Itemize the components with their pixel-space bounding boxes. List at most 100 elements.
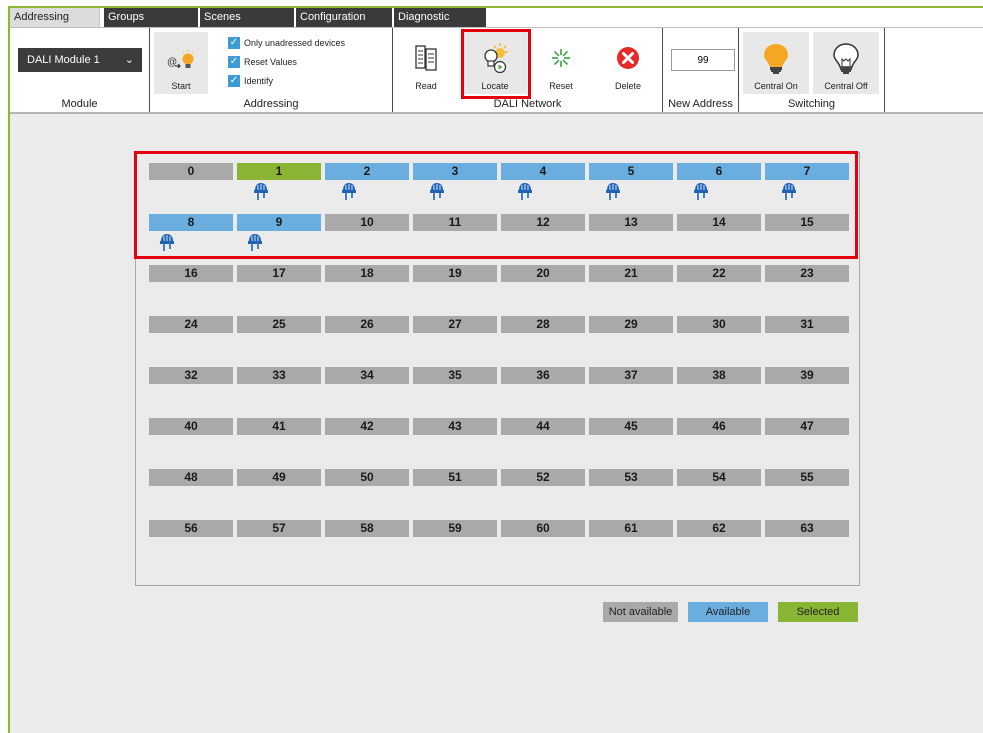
address-cell-19[interactable]: 19: [413, 265, 497, 282]
module-group: DALI Module 1 ⌄ Module: [10, 28, 150, 112]
locate-button[interactable]: Locate: [463, 32, 527, 94]
new-address-group: New Address: [663, 28, 739, 112]
dali-device-icon[interactable]: [245, 232, 265, 252]
legend-available: Available: [688, 602, 768, 622]
central-off-button[interactable]: Central Off: [813, 32, 879, 94]
address-cell-22[interactable]: 22: [677, 265, 761, 282]
address-cell-44[interactable]: 44: [501, 418, 585, 435]
address-cell-13[interactable]: 13: [589, 214, 673, 231]
start-icon: @: [167, 50, 194, 69]
address-cell-11[interactable]: 11: [413, 214, 497, 231]
address-cell-26[interactable]: 26: [325, 316, 409, 333]
address-cell-50[interactable]: 50: [325, 469, 409, 486]
address-cell-62[interactable]: 62: [677, 520, 761, 537]
tab-configuration[interactable]: Configuration: [296, 8, 392, 27]
read-button[interactable]: Read: [401, 32, 451, 94]
new-address-input[interactable]: [671, 49, 735, 71]
address-cell-20[interactable]: 20: [501, 265, 585, 282]
dali-device-icon[interactable]: [251, 181, 271, 201]
module-select[interactable]: DALI Module 1 ⌄: [18, 48, 142, 72]
address-cell-49[interactable]: 49: [237, 469, 321, 486]
address-cell-21[interactable]: 21: [589, 265, 673, 282]
address-cell-41[interactable]: 41: [237, 418, 321, 435]
address-cell-48[interactable]: 48: [149, 469, 233, 486]
dali-device-icon[interactable]: [603, 181, 623, 201]
reset-label: Reset: [549, 81, 573, 91]
dali-device-icon[interactable]: [691, 181, 711, 201]
tab-diagnostic[interactable]: Diagnostic: [394, 8, 486, 27]
locate-label: Locate: [481, 81, 509, 91]
address-cell-30[interactable]: 30: [677, 316, 761, 333]
address-cell-61[interactable]: 61: [589, 520, 673, 537]
address-cell-25[interactable]: 25: [237, 316, 321, 333]
address-cell-57[interactable]: 57: [237, 520, 321, 537]
address-cell-1[interactable]: 1: [237, 163, 321, 180]
address-cell-4[interactable]: 4: [501, 163, 585, 180]
address-cell-10[interactable]: 10: [325, 214, 409, 231]
address-cell-45[interactable]: 45: [589, 418, 673, 435]
address-cell-36[interactable]: 36: [501, 367, 585, 384]
address-cell-46[interactable]: 46: [677, 418, 761, 435]
address-cell-27[interactable]: 27: [413, 316, 497, 333]
address-cell-59[interactable]: 59: [413, 520, 497, 537]
dali-device-icon[interactable]: [427, 181, 447, 201]
address-cell-17[interactable]: 17: [237, 265, 321, 282]
address-cell-16[interactable]: 16: [149, 265, 233, 282]
address-cell-40[interactable]: 40: [149, 418, 233, 435]
address-cell-56[interactable]: 56: [149, 520, 233, 537]
central-on-button[interactable]: Central On: [743, 32, 809, 94]
address-cell-37[interactable]: 37: [589, 367, 673, 384]
address-cell-7[interactable]: 7: [765, 163, 849, 180]
tab-scenes[interactable]: Scenes: [200, 8, 294, 27]
tab-bar: Addressing Groups Scenes Configuration D…: [10, 8, 983, 27]
address-cell-53[interactable]: 53: [589, 469, 673, 486]
dali-device-icon[interactable]: [339, 181, 359, 201]
address-cell-5[interactable]: 5: [589, 163, 673, 180]
address-cell-42[interactable]: 42: [325, 418, 409, 435]
dali-device-icon[interactable]: [779, 181, 799, 201]
address-cell-52[interactable]: 52: [501, 469, 585, 486]
address-cell-15[interactable]: 15: [765, 214, 849, 231]
address-cell-32[interactable]: 32: [149, 367, 233, 384]
new-address-group-title: New Address: [668, 98, 733, 110]
address-cell-47[interactable]: 47: [765, 418, 849, 435]
address-cell-14[interactable]: 14: [677, 214, 761, 231]
address-cell-55[interactable]: 55: [765, 469, 849, 486]
address-cell-18[interactable]: 18: [325, 265, 409, 282]
delete-button[interactable]: Delete: [599, 32, 657, 94]
address-grid-panel: 0 1 2 3 4 5 6 7 8 9 10 11 12 13 14 15 16 17 18 19 20 21 22 23 24…: [135, 152, 860, 586]
addressing-group: @ Start ✓ Only unadressed devices ✓ Rese…: [150, 28, 393, 112]
address-cell-51[interactable]: 51: [413, 469, 497, 486]
address-cell-34[interactable]: 34: [325, 367, 409, 384]
tab-addressing[interactable]: Addressing: [10, 8, 100, 27]
address-cell-63[interactable]: 63: [765, 520, 849, 537]
address-cell-0[interactable]: 0: [149, 163, 233, 180]
start-button[interactable]: @ Start: [154, 32, 208, 94]
address-cell-35[interactable]: 35: [413, 367, 497, 384]
address-cell-58[interactable]: 58: [325, 520, 409, 537]
address-cell-12[interactable]: 12: [501, 214, 585, 231]
legend-not-available: Not available: [603, 602, 678, 622]
reset-button[interactable]: Reset: [531, 32, 591, 94]
address-cell-23[interactable]: 23: [765, 265, 849, 282]
address-cell-38[interactable]: 38: [677, 367, 761, 384]
module-select-value: DALI Module 1: [27, 54, 100, 66]
address-cell-3[interactable]: 3: [413, 163, 497, 180]
address-cell-39[interactable]: 39: [765, 367, 849, 384]
dali-device-icon[interactable]: [157, 232, 177, 252]
address-cell-31[interactable]: 31: [765, 316, 849, 333]
address-cell-24[interactable]: 24: [149, 316, 233, 333]
dali-device-icon[interactable]: [515, 181, 535, 201]
address-cell-9[interactable]: 9: [237, 214, 321, 231]
address-cell-6[interactable]: 6: [677, 163, 761, 180]
address-cell-29[interactable]: 29: [589, 316, 673, 333]
address-cell-33[interactable]: 33: [237, 367, 321, 384]
address-cell-28[interactable]: 28: [501, 316, 585, 333]
address-cell-54[interactable]: 54: [677, 469, 761, 486]
address-cell-43[interactable]: 43: [413, 418, 497, 435]
checkmark-icon: ✓: [228, 75, 240, 87]
address-cell-8[interactable]: 8: [149, 214, 233, 231]
address-cell-60[interactable]: 60: [501, 520, 585, 537]
tab-groups[interactable]: Groups: [104, 8, 198, 27]
address-cell-2[interactable]: 2: [325, 163, 409, 180]
